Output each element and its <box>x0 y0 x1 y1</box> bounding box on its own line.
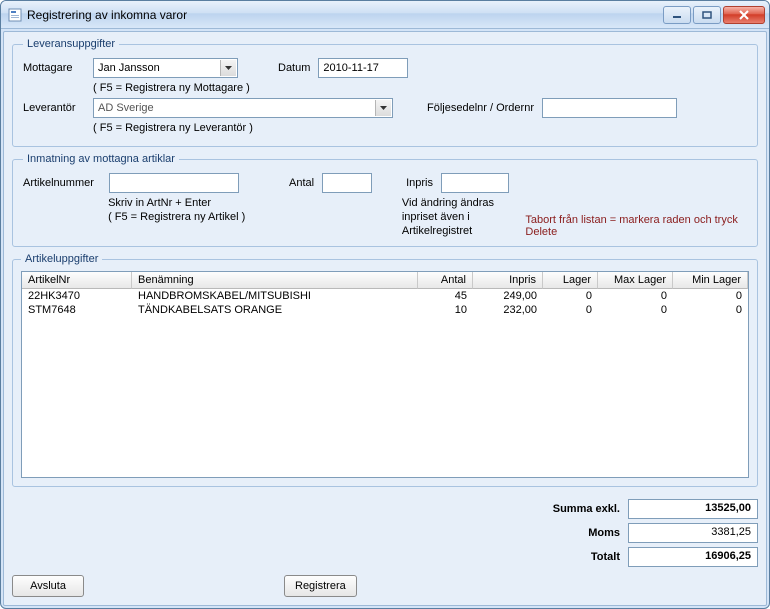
col-stock[interactable]: Lager <box>543 272 598 289</box>
cell: 0 <box>543 303 598 317</box>
grid-legend: Artikeluppgifter <box>21 253 102 265</box>
totals-area: Summa exkl. 13525,00 Moms 3381,25 Totalt… <box>12 499 758 567</box>
client-area: Leveransuppgifter Mottagare Jan Jansson … <box>3 31 767 606</box>
col-minstock[interactable]: Min Lager <box>673 272 748 289</box>
close-icon <box>738 10 750 20</box>
inprice-note: Vid ändring ändras inpriset även i Artik… <box>402 197 510 238</box>
table-row[interactable]: 22HK3470HANDBROMSKABEL/MITSUBISHI45249,0… <box>22 289 748 303</box>
cell: 22HK3470 <box>22 289 132 303</box>
maximize-icon <box>702 11 712 19</box>
table-row[interactable]: STM7648TÄNDKABELSATS ORANGE10232,00000 <box>22 303 748 317</box>
minimize-button[interactable] <box>663 6 691 24</box>
delivery-legend: Leveransuppgifter <box>23 38 119 50</box>
title-bar: Registrering av inkomna varor <box>1 1 769 29</box>
cell: 0 <box>673 289 748 303</box>
artno-input[interactable] <box>109 173 239 193</box>
artno-label: Artikelnummer <box>23 177 101 189</box>
cell: 0 <box>598 303 673 317</box>
qty-label: Antal <box>289 177 314 189</box>
input-legend: Inmatning av mottagna artiklar <box>23 153 179 165</box>
cell: 0 <box>543 289 598 303</box>
vat-value: 3381,25 <box>628 523 758 543</box>
register-button[interactable]: Registrera <box>284 575 357 597</box>
article-grid[interactable]: ArtikelNr Benämning Antal Inpris Lager M… <box>21 271 749 478</box>
col-artno[interactable]: ArtikelNr <box>22 272 132 289</box>
delete-hint: Tabort från listan = markera raden och t… <box>525 214 747 238</box>
input-group: Inmatning av mottagna artiklar Artikelnu… <box>12 153 758 247</box>
window-title: Registrering av inkomna varor <box>27 8 187 22</box>
col-name[interactable]: Benämning <box>132 272 418 289</box>
receiver-hint: ( F5 = Registrera ny Mottagare ) <box>93 82 250 94</box>
cell: 0 <box>673 303 748 317</box>
col-qty[interactable]: Antal <box>418 272 473 289</box>
qty-input[interactable] <box>322 173 372 193</box>
grid-body[interactable]: 22HK3470HANDBROMSKABEL/MITSUBISHI45249,0… <box>22 289 748 477</box>
artno-hint1: Skriv in ArtNr + Enter <box>108 197 260 209</box>
total-label: Totalt <box>553 551 620 563</box>
close-app-button[interactable]: Avsluta <box>12 575 84 597</box>
supplier-combo[interactable]: AD Sverige <box>93 98 393 118</box>
app-icon <box>7 7 23 23</box>
chevron-down-icon <box>375 100 391 116</box>
bottom-bar: Avsluta Registrera <box>12 575 758 597</box>
receiver-label: Mottagare <box>23 62 85 74</box>
receiver-combo[interactable]: Jan Jansson <box>93 58 238 78</box>
date-label: Datum <box>278 62 310 74</box>
grid-group: Artikeluppgifter ArtikelNr Benämning Ant… <box>12 253 758 487</box>
cell: 232,00 <box>473 303 543 317</box>
minimize-icon <box>672 11 682 19</box>
col-maxstock[interactable]: Max Lager <box>598 272 673 289</box>
cell: 45 <box>418 289 473 303</box>
packingslip-label: Följesedelnr / Ordernr <box>427 102 534 114</box>
supplier-label: Leverantör <box>23 102 85 114</box>
chevron-down-icon <box>220 60 236 76</box>
inprice-label: Inpris <box>406 177 433 189</box>
vat-label: Moms <box>553 527 620 539</box>
date-input[interactable]: 2010-11-17 <box>318 58 408 78</box>
delivery-group: Leveransuppgifter Mottagare Jan Jansson … <box>12 38 758 147</box>
maximize-button[interactable] <box>693 6 721 24</box>
artno-hint2: ( F5 = Registrera ny Artikel ) <box>108 211 260 223</box>
receiver-value: Jan Jansson <box>98 62 160 74</box>
packingslip-input[interactable] <box>542 98 677 118</box>
close-button[interactable] <box>723 6 765 24</box>
app-window: Registrering av inkomna varor Leveransup… <box>0 0 770 609</box>
cell: 10 <box>418 303 473 317</box>
inprice-input[interactable] <box>441 173 509 193</box>
grid-header: ArtikelNr Benämning Antal Inpris Lager M… <box>22 272 748 289</box>
cell: TÄNDKABELSATS ORANGE <box>132 303 418 317</box>
cell: STM7648 <box>22 303 132 317</box>
cell: 249,00 <box>473 289 543 303</box>
supplier-hint: ( F5 = Registrera ny Leverantör ) <box>93 122 253 134</box>
sum-excl-value: 13525,00 <box>628 499 758 519</box>
sum-excl-label: Summa exkl. <box>553 503 620 515</box>
cell: HANDBROMSKABEL/MITSUBISHI <box>132 289 418 303</box>
col-inprice[interactable]: Inpris <box>473 272 543 289</box>
cell: 0 <box>598 289 673 303</box>
total-value: 16906,25 <box>628 547 758 567</box>
supplier-value: AD Sverige <box>98 102 154 114</box>
